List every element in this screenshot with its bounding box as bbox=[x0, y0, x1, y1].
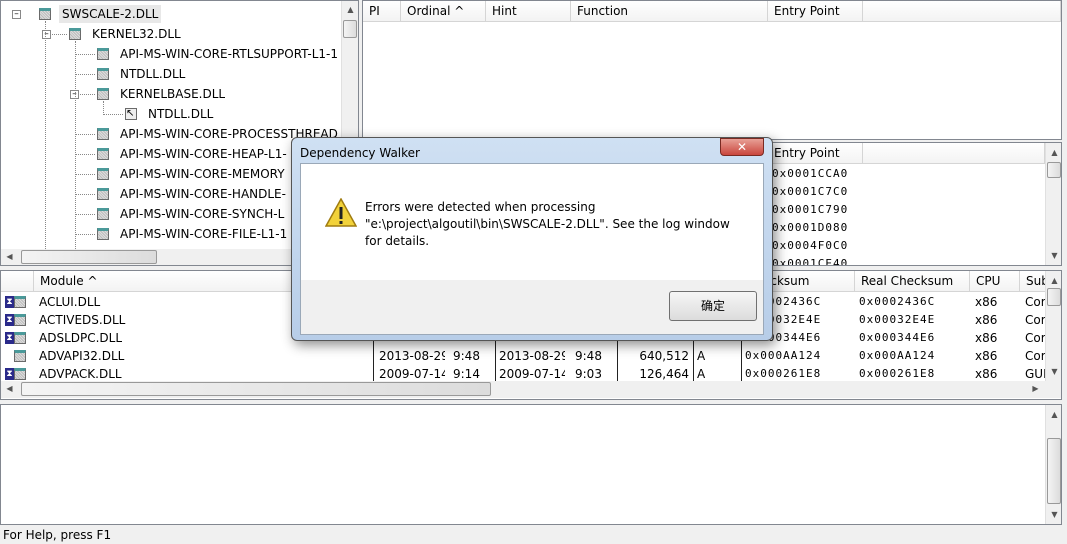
module-attr: A bbox=[697, 349, 706, 363]
module-list-vertical-scrollbar[interactable]: ▲ ▼ bbox=[1045, 271, 1061, 381]
tree-item[interactable]: API-MS-WIN-CORE-HEAP-L1- bbox=[1, 145, 341, 163]
tree-item-label: SWSCALE-2.DLL bbox=[59, 5, 162, 23]
imports-column-header[interactable]: Hint bbox=[486, 1, 571, 22]
module-module[interactable]: ADVAPI32.DLL bbox=[35, 347, 365, 365]
export-entry-point[interactable]: 0x0001CCA0 bbox=[768, 165, 848, 183]
module-real-checksum: 0x000344E6 bbox=[859, 331, 936, 344]
tree-item[interactable]: API-MS-WIN-CORE-RTLSUPPORT-L1-1 bbox=[1, 45, 341, 63]
module-icon bbox=[97, 48, 109, 60]
module-real-checksum: 0x000AA124 bbox=[859, 349, 936, 362]
module-icon bbox=[97, 148, 109, 160]
module-column-header[interactable]: Real Checksum bbox=[855, 271, 970, 292]
module-link-time: 9:48 bbox=[575, 349, 602, 363]
module-icon bbox=[97, 168, 109, 180]
warning-icon bbox=[325, 198, 357, 227]
exports-column-entry-point[interactable]: Entry Point bbox=[768, 143, 863, 164]
module-real-checksum: 0x0002436C bbox=[859, 295, 936, 308]
status-bar-text: For Help, press F1 bbox=[3, 528, 112, 542]
export-entry-point[interactable]: 0x0001C7C0 bbox=[768, 183, 848, 201]
module-list-horizontal-scrollbar[interactable]: ◀ ▶ bbox=[1, 381, 1061, 398]
module-icon bbox=[97, 128, 109, 140]
tree-item-label: API-MS-WIN-CORE-HEAP-L1- bbox=[120, 147, 287, 161]
collapse-toggle[interactable]: – bbox=[12, 10, 21, 19]
dialog-message-line2: "e:\project\algoutil\bin\SWSCALE-2.DLL".… bbox=[365, 217, 730, 231]
imports-column-header[interactable]: Entry Point bbox=[768, 1, 863, 22]
module-icon bbox=[97, 188, 109, 200]
parent-imports-pane[interactable]: PI Ordinal ^ Hint Function Entry Point bbox=[362, 0, 1062, 140]
dialog-close-button[interactable]: ✕ bbox=[720, 138, 764, 156]
exports-header-filler bbox=[863, 143, 1045, 164]
module-link-checksum: 0x000AA124 bbox=[745, 349, 822, 362]
dialog-message-line3: for details. bbox=[365, 234, 430, 248]
tree-connector-line bbox=[103, 101, 104, 113]
module-icon bbox=[97, 88, 109, 100]
tree-item[interactable]: API-MS-WIN-CORE-PROCESSTHREAD bbox=[1, 125, 341, 143]
tree-item-label: API-MS-WIN-CORE-RTLSUPPORT-L1-1 bbox=[120, 47, 339, 61]
collapse-toggle[interactable]: – bbox=[42, 30, 51, 39]
export-entry-point[interactable]: 0x0004F0C0 bbox=[768, 237, 848, 255]
module-icon bbox=[39, 8, 51, 20]
tree-item[interactable]: API-MS-WIN-CORE-FILE-L1-1 bbox=[1, 225, 341, 243]
tree-item-label: API-MS-WIN-CORE-FILE-L1-1 bbox=[120, 227, 288, 241]
dialog-message-line1: Errors were detected when processing bbox=[365, 200, 596, 214]
module-column-header[interactable]: CPU bbox=[970, 271, 1020, 292]
imports-column-header[interactable]: PI bbox=[363, 1, 401, 22]
imports-column-header[interactable]: Function bbox=[571, 1, 768, 22]
close-icon: ✕ bbox=[736, 140, 748, 154]
module-icon bbox=[69, 28, 81, 40]
tree-item-label: NTDLL.DLL bbox=[120, 67, 186, 81]
tree-item[interactable]: NTDLL.DLL bbox=[1, 65, 341, 83]
module-cpu: x86 bbox=[975, 313, 998, 327]
tree-item[interactable]: ↖ NTDLL.DLL bbox=[1, 105, 341, 123]
imports-header-filler bbox=[863, 1, 1061, 22]
module-subsystem: Cor bbox=[1025, 349, 1046, 363]
module-icon bbox=[97, 228, 109, 240]
module-subsystem: Cor bbox=[1025, 295, 1046, 309]
tree-item[interactable]: API-MS-WIN-CORE-SYNCH-L bbox=[1, 205, 341, 223]
log-vertical-scrollbar[interactable]: ▲ ▼ bbox=[1045, 405, 1061, 524]
module-cpu: x86 bbox=[975, 331, 998, 345]
forwarded-module-icon: ↖ bbox=[125, 108, 137, 120]
export-entry-point[interactable]: 0x0001C790 bbox=[768, 201, 848, 219]
tree-item[interactable]: API-MS-WIN-CORE-HANDLE- bbox=[1, 185, 341, 203]
module-icon-column-header[interactable] bbox=[1, 271, 34, 292]
module-subsystem: Cor bbox=[1025, 331, 1046, 345]
tree-item[interactable]: – KERNEL32.DLL bbox=[1, 25, 341, 43]
tree-item-label: KERNEL32.DLL bbox=[92, 27, 181, 41]
dialog-body: Errors were detected when processing "e:… bbox=[300, 163, 764, 335]
module-real-checksum: 0x00032E4E bbox=[859, 313, 936, 326]
tree-item-label: KERNELBASE.DLL bbox=[120, 87, 226, 101]
module-cpu: x86 bbox=[975, 295, 998, 309]
module-cpu: x86 bbox=[975, 349, 998, 363]
exports-vertical-scrollbar[interactable]: ▲ ▼ bbox=[1045, 143, 1061, 265]
module-size: 640,512 bbox=[639, 349, 689, 363]
log-pane[interactable]: ▲ ▼ bbox=[0, 404, 1062, 525]
module-link-date: 2013-08-29 bbox=[499, 349, 565, 363]
tree-item-label: NTDLL.DLL bbox=[148, 107, 214, 121]
tree-connector-line bbox=[45, 21, 46, 251]
export-entry-point[interactable]: 0x0001CE40 bbox=[768, 255, 848, 265]
tree-item[interactable]: – KERNELBASE.DLL bbox=[1, 85, 341, 103]
tree-item-label: API-MS-WIN-CORE-MEMORY bbox=[120, 167, 285, 181]
module-icon bbox=[97, 208, 109, 220]
export-entry-point[interactable]: 0x0001D080 bbox=[768, 219, 848, 237]
tree-connector-line bbox=[75, 41, 76, 251]
module-file-date: 2013-08-29 bbox=[379, 349, 445, 363]
tree-item[interactable]: API-MS-WIN-CORE-MEMORY bbox=[1, 165, 341, 183]
module-subsystem: Cor bbox=[1025, 313, 1046, 327]
imports-column-header[interactable]: Ordinal ^ bbox=[401, 1, 486, 22]
module-icon bbox=[97, 68, 109, 80]
dialog-message-area: Errors were detected when processing "e:… bbox=[301, 164, 763, 280]
error-dialog: Dependency Walker ✕ Errors were detected… bbox=[291, 137, 773, 341]
tree-item-label: API-MS-WIN-CORE-HANDLE- bbox=[120, 187, 286, 201]
dialog-ok-button[interactable]: 确定 bbox=[669, 291, 757, 321]
module-file-time: 9:48 bbox=[453, 349, 480, 363]
dialog-title: Dependency Walker bbox=[300, 146, 420, 160]
tree-item[interactable]: – SWSCALE-2.DLL bbox=[1, 5, 341, 23]
tree-item-label: API-MS-WIN-CORE-SYNCH-L bbox=[120, 207, 285, 221]
